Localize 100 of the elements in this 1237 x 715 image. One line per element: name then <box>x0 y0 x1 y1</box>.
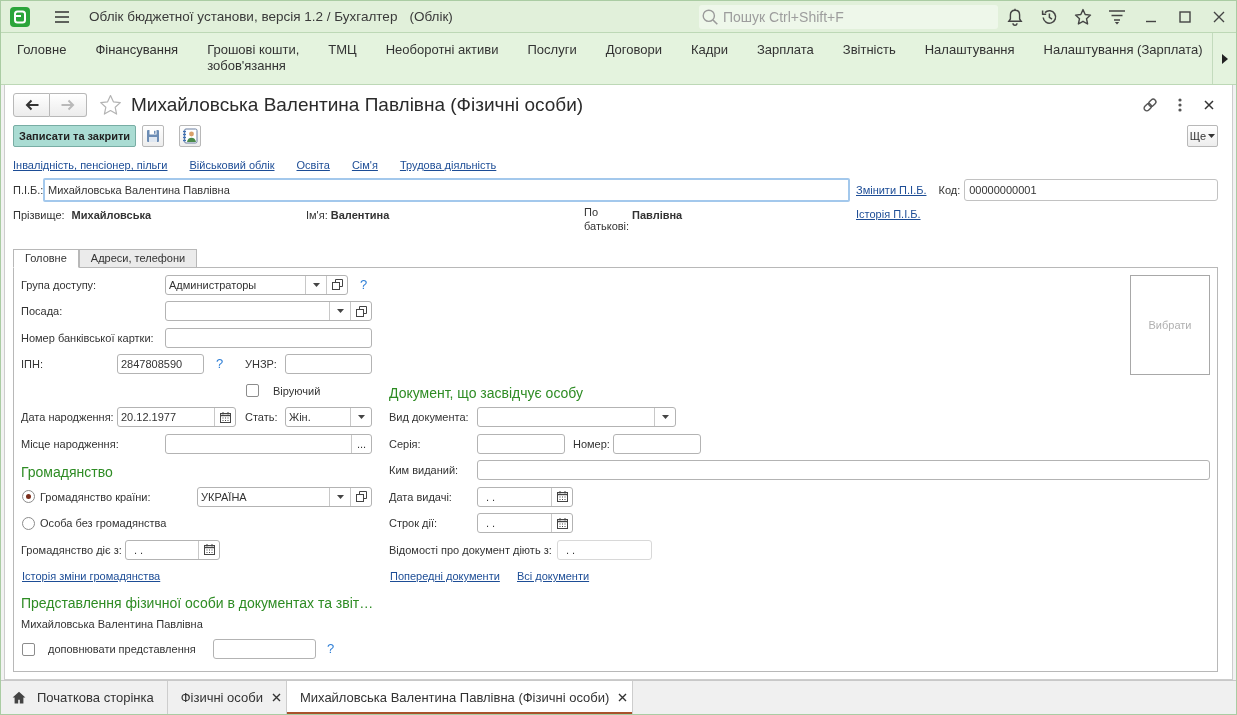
calendar-icon <box>219 411 231 423</box>
help-button[interactable]: ? <box>360 277 368 292</box>
radio-label: Громадянство країни: <box>40 490 151 503</box>
close-icon[interactable] <box>1213 10 1225 23</box>
field-label: По батькові: <box>584 205 631 233</box>
more-icon[interactable] <box>1178 98 1182 112</box>
menu-item[interactable]: ТМЦ <box>313 42 371 58</box>
date-field[interactable]: . . <box>477 486 573 507</box>
caret-down-icon <box>357 415 365 420</box>
star-icon[interactable] <box>1074 7 1092 26</box>
history-icon[interactable] <box>1040 7 1058 26</box>
section-heading: Документ, що засвідчує особу <box>389 385 584 402</box>
checkbox-label: доповнювати представлення <box>48 643 196 656</box>
text-field[interactable] <box>477 460 1210 481</box>
person-card-icon <box>182 128 199 144</box>
back-button[interactable] <box>13 93 50 117</box>
help-button[interactable]: ? <box>327 642 335 657</box>
dropdown-field[interactable]: Администраторы <box>165 274 348 295</box>
section-link[interactable]: Сім'я <box>351 158 378 172</box>
checkbox[interactable] <box>22 642 35 656</box>
citizenship-history-link[interactable]: Історія зміни громадянства <box>22 570 161 583</box>
menu-item[interactable]: Головне <box>2 42 81 58</box>
section-link[interactable]: Трудова діяльність <box>399 158 497 172</box>
menu-item[interactable]: Кадри <box>676 42 742 58</box>
floppy-icon <box>146 129 161 143</box>
tab[interactable]: Головне <box>13 249 79 268</box>
menu-item[interactable]: Послуги <box>512 42 591 58</box>
form-title: Михайловська Валентина Павлівна (Фізичні особи) <box>131 94 584 116</box>
lines-icon[interactable] <box>1108 8 1126 25</box>
radio-button[interactable] <box>22 490 35 504</box>
text-field[interactable] <box>613 433 701 454</box>
menu-item[interactable]: Зарплата <box>741 42 828 58</box>
dropdown-field[interactable]: УКРАЇНА <box>197 486 372 507</box>
name-value: Павлівна <box>632 208 683 222</box>
link-icon[interactable] <box>1142 97 1158 113</box>
window-tab[interactable]: Михайловська Валентина Павлівна (Фізичні особи) <box>286 681 634 714</box>
caret-down-icon <box>312 282 320 287</box>
representation-text: Михайловська Валентина Павлівна <box>21 617 203 630</box>
checkbox[interactable] <box>246 384 259 398</box>
close-icon[interactable] <box>1204 100 1214 110</box>
caret-down-icon <box>336 309 344 314</box>
help-button[interactable]: ? <box>216 357 224 372</box>
dropdown-field[interactable] <box>477 407 676 428</box>
menu-item[interactable]: Налаштування <box>909 42 1029 58</box>
text-field[interactable] <box>165 327 372 348</box>
field-label: Ім'я: <box>306 208 328 222</box>
name-history-link[interactable]: Історія П.І.Б. <box>856 208 921 220</box>
section-link[interactable]: Інвалідність, пенсіонер, пільги <box>13 158 168 172</box>
menu-item[interactable]: Договори <box>590 42 676 58</box>
dropdown-field[interactable]: Жін. <box>285 407 372 428</box>
tab[interactable]: Адреси, телефони <box>78 249 198 268</box>
text-field[interactable] <box>285 354 372 375</box>
menu-item[interactable]: Необоротні активи <box>370 42 513 58</box>
contact-card-button[interactable] <box>179 125 202 147</box>
document-link[interactable]: Попередні документи <box>390 570 500 583</box>
search-icon <box>702 8 718 25</box>
field-label: Номер банківської картки: <box>21 331 154 344</box>
window-tab[interactable]: Початкова сторінка <box>1 681 168 714</box>
maximize-icon[interactable] <box>1179 10 1191 23</box>
menu-icon[interactable] <box>55 10 69 23</box>
change-name-link[interactable]: Змінити П.І.Б. <box>856 184 927 196</box>
caret-down-icon <box>661 415 669 420</box>
bell-icon[interactable] <box>1006 7 1024 26</box>
more-button[interactable]: Ще <box>1187 125 1218 147</box>
section-heading: Представлення фізичної особи в документах та звіт… <box>21 594 374 611</box>
close-icon[interactable] <box>618 693 628 702</box>
caret-right-icon[interactable] <box>1221 53 1228 64</box>
field-label: УНЗР: <box>245 358 277 371</box>
save-close-button[interactable]: Записати та закрити <box>13 125 137 147</box>
menu-item[interactable]: Налаштування (Зарплата) <box>1028 42 1217 58</box>
save-button[interactable] <box>142 125 165 147</box>
radio-label: Особа без громадянства <box>40 517 167 530</box>
date-field[interactable]: . . <box>477 513 573 534</box>
menu-item[interactable]: Грошові кошти, зобов'язання <box>192 42 314 74</box>
text-field[interactable]: 00000000001 <box>964 179 1218 201</box>
menu-item[interactable]: Звітність <box>827 42 910 58</box>
two-squares-icon <box>355 491 367 503</box>
star-icon[interactable] <box>99 94 122 116</box>
section-link[interactable]: Військовий облік <box>189 158 275 172</box>
section-link[interactable]: Освіта <box>296 158 330 172</box>
window-tab[interactable]: Фізичні особи <box>167 681 287 714</box>
choose-button[interactable]: ... <box>351 434 371 453</box>
calendar-icon <box>556 517 568 529</box>
text-field[interactable]: 2847808590 <box>117 354 204 375</box>
text-field[interactable] <box>477 433 565 454</box>
date-field[interactable]: . . <box>125 539 220 560</box>
date-field[interactable]: 20.12.1977 <box>117 407 236 428</box>
radio-button[interactable] <box>22 516 35 530</box>
calendar-icon <box>556 491 568 503</box>
text-field[interactable] <box>213 639 316 660</box>
dropdown-field[interactable] <box>165 301 372 322</box>
section-heading: Громадянство <box>21 463 113 480</box>
caret-down-icon <box>1208 134 1216 138</box>
two-squares-icon <box>331 279 343 291</box>
text-field[interactable]: Михайловська Валентина Павлівна <box>43 178 850 202</box>
menu-item[interactable]: Фінансування <box>80 42 193 58</box>
close-icon[interactable] <box>271 693 281 702</box>
document-link[interactable]: Всі документи <box>517 570 590 583</box>
caret-down-icon <box>336 494 344 499</box>
text-field[interactable]: ... <box>165 433 372 454</box>
